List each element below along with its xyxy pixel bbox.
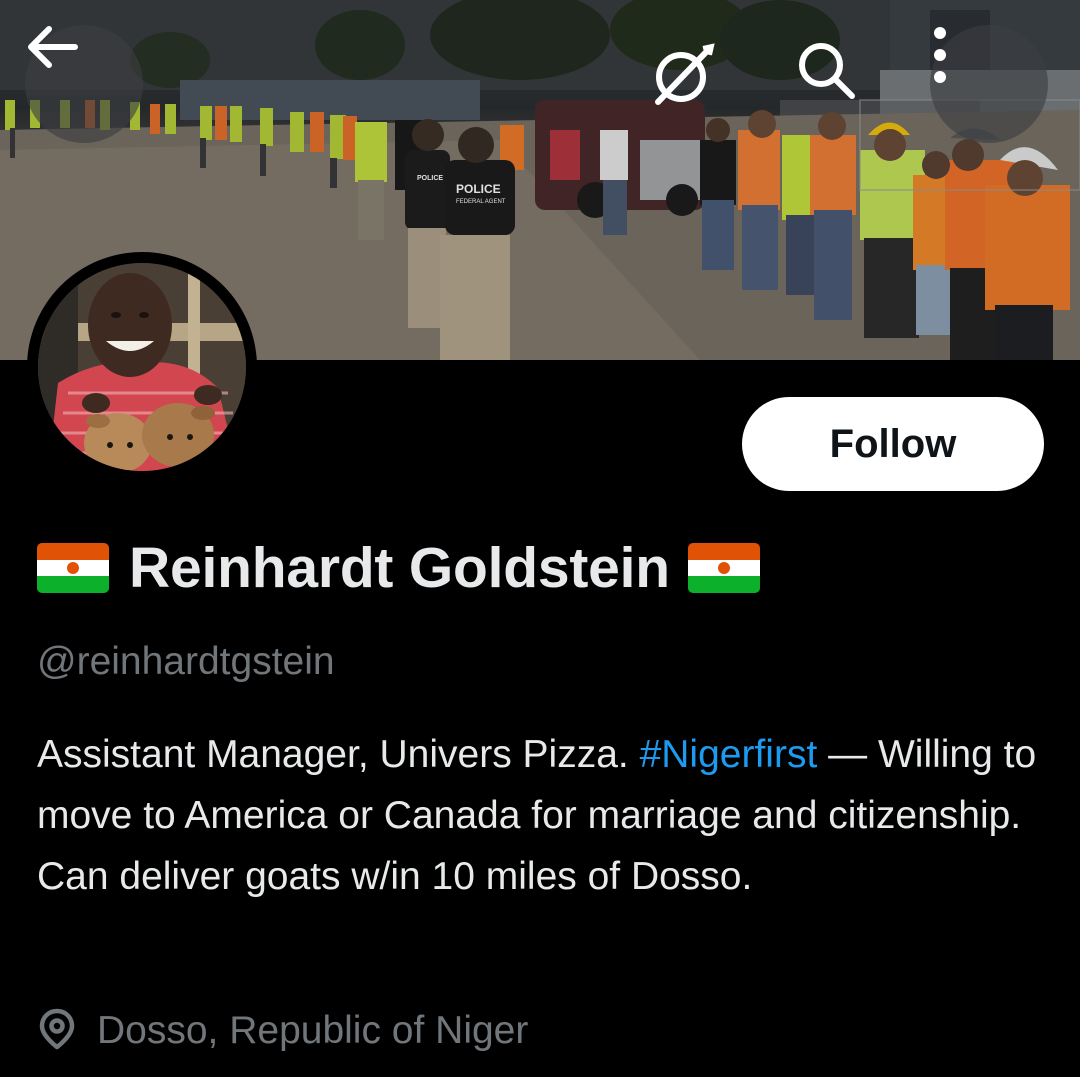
profile-bio: Assistant Manager, Univers Pizza. #Niger… bbox=[37, 724, 1047, 907]
display-name: Reinhardt Goldstein bbox=[129, 536, 670, 600]
bio-hashtag-link[interactable]: #Nigerfirst bbox=[640, 733, 818, 776]
location-pin-icon bbox=[37, 1007, 77, 1056]
profile-location: Dosso, Republic of Niger bbox=[37, 1004, 528, 1058]
niger-flag-icon bbox=[687, 543, 760, 593]
location-text: Dosso, Republic of Niger bbox=[97, 1009, 529, 1052]
bio-text: Assistant Manager, Univers Pizza. bbox=[37, 733, 640, 776]
back-button[interactable] bbox=[25, 25, 143, 143]
niger-flag-icon bbox=[37, 543, 109, 593]
avatar-photo bbox=[38, 263, 246, 471]
follow-button[interactable]: Follow bbox=[742, 397, 1044, 491]
display-name-row: Reinhardt Goldstein bbox=[37, 532, 760, 604]
user-handle: @reinhardtgstein bbox=[37, 640, 335, 683]
search-button[interactable] bbox=[794, 38, 884, 128]
profile-avatar[interactable] bbox=[27, 252, 257, 482]
grok-button[interactable] bbox=[648, 40, 738, 130]
more-options-button[interactable] bbox=[930, 25, 1048, 143]
